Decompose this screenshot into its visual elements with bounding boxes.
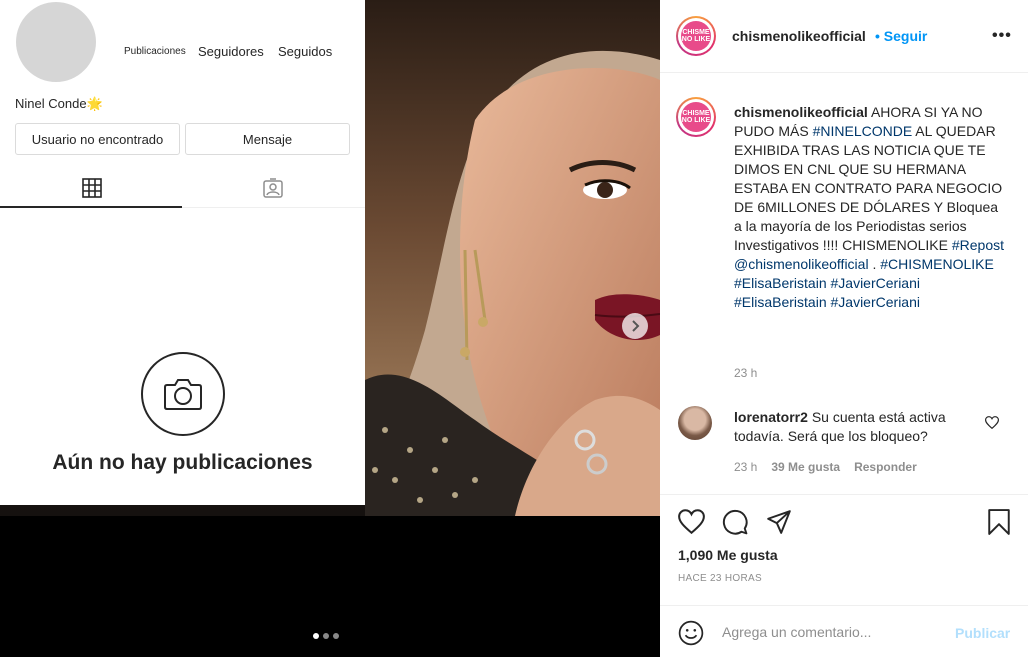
header-username[interactable]: chismenolikeofficial bbox=[732, 28, 866, 44]
carousel-next-button[interactable] bbox=[622, 313, 648, 339]
post-side-panel: CHISME NO LIKE chismenolikeofficial • Se… bbox=[660, 0, 1028, 657]
grid-icon bbox=[82, 178, 102, 198]
caption-body: AL QUEDAR EXHIBIDA TRAS LAS NOTICIA QUE … bbox=[734, 123, 1003, 253]
stat-seguidos: Seguidos bbox=[278, 44, 333, 59]
share-icon[interactable] bbox=[766, 509, 792, 535]
chevron-right-icon bbox=[632, 320, 640, 332]
emoji-icon[interactable] bbox=[678, 620, 704, 646]
commenter-avatar[interactable] bbox=[678, 406, 712, 440]
comment-input[interactable] bbox=[722, 620, 942, 644]
post-photo: Publicaciones Seguidores Seguidos Ninel … bbox=[0, 0, 660, 516]
caption-dot: . bbox=[872, 256, 877, 272]
mention-link[interactable]: @chismenolikeofficial bbox=[734, 256, 869, 272]
camera-icon bbox=[141, 352, 225, 436]
comment-icon[interactable] bbox=[722, 509, 748, 535]
profile-tabs bbox=[0, 168, 365, 208]
comment-text: lorenatorr2 Su cuenta está activa todaví… bbox=[734, 408, 974, 446]
comment-meta: 23 h 39 Me gusta Responder bbox=[734, 460, 917, 474]
profile-avatar bbox=[16, 2, 96, 82]
caption-time: 23 h bbox=[734, 366, 758, 380]
woman-portrait-image bbox=[365, 0, 660, 516]
stat-publicaciones: Publicaciones bbox=[124, 46, 186, 57]
caption-text: chismenolikeofficial AHORA SI YA NO PUDO… bbox=[734, 103, 1004, 312]
post-header: CHISME NO LIKE chismenolikeofficial • Se… bbox=[660, 0, 1028, 73]
reply-button[interactable]: Responder bbox=[854, 460, 917, 474]
post-time: HACE 23 HORAS bbox=[678, 573, 762, 584]
hashtag[interactable]: #NINELCONDE bbox=[813, 123, 913, 139]
comment-like-icon[interactable] bbox=[985, 416, 999, 429]
add-comment-bar: Publicar bbox=[660, 605, 1028, 657]
hashtag[interactable]: #Repost bbox=[952, 237, 1004, 253]
logo-text: CHISME NO LIKE bbox=[681, 21, 711, 51]
comment-username[interactable]: lorenatorr2 bbox=[734, 409, 808, 425]
account-avatar[interactable]: CHISME NO LIKE bbox=[676, 16, 716, 56]
profile-name: Ninel Conde🌟 bbox=[15, 96, 103, 111]
carousel-dot bbox=[323, 633, 329, 639]
like-count[interactable]: 1,090 Me gusta bbox=[678, 547, 778, 563]
message-button: Mensaje bbox=[185, 123, 350, 155]
hashtag[interactable]: #ElisaBeristain bbox=[734, 294, 827, 310]
carousel-indicator bbox=[313, 633, 339, 639]
hashtag[interactable]: #JavierCeriani bbox=[831, 275, 920, 291]
stat-seguidores: Seguidores bbox=[198, 44, 264, 59]
carousel-dot bbox=[333, 633, 339, 639]
carousel-dot-active bbox=[313, 633, 319, 639]
hashtag[interactable]: #JavierCeriani bbox=[831, 294, 920, 310]
hashtag[interactable]: #CHISMENOLIKE bbox=[880, 256, 994, 272]
hashtag[interactable]: #ElisaBeristain bbox=[734, 275, 827, 291]
tagged-icon bbox=[263, 178, 283, 198]
caption-avatar[interactable]: CHISME NO LIKE bbox=[676, 97, 716, 137]
user-not-found-button: Usuario no encontrado bbox=[15, 123, 180, 155]
post-media: Publicaciones Seguidores Seguidos Ninel … bbox=[0, 0, 660, 657]
profile-screenshot-inset: Publicaciones Seguidores Seguidos Ninel … bbox=[0, 0, 365, 505]
comment-time: 23 h bbox=[734, 460, 758, 474]
follow-button[interactable]: • Seguir bbox=[875, 28, 927, 44]
caption-username[interactable]: chismenolikeofficial bbox=[734, 104, 868, 120]
logo-text: CHISME NO LIKE bbox=[681, 102, 711, 132]
empty-posts-text: Aún no hay publicaciones bbox=[52, 451, 313, 474]
publish-button[interactable]: Publicar bbox=[955, 625, 1010, 641]
active-tab-indicator bbox=[0, 206, 182, 208]
comment-likes[interactable]: 39 Me gusta bbox=[771, 460, 840, 474]
post-actions: 1,090 Me gusta HACE 23 HORAS Publicar bbox=[660, 494, 1028, 657]
bookmark-icon[interactable] bbox=[988, 509, 1010, 535]
heart-icon[interactable] bbox=[678, 509, 705, 534]
more-options-icon[interactable]: ••• bbox=[992, 27, 1012, 45]
